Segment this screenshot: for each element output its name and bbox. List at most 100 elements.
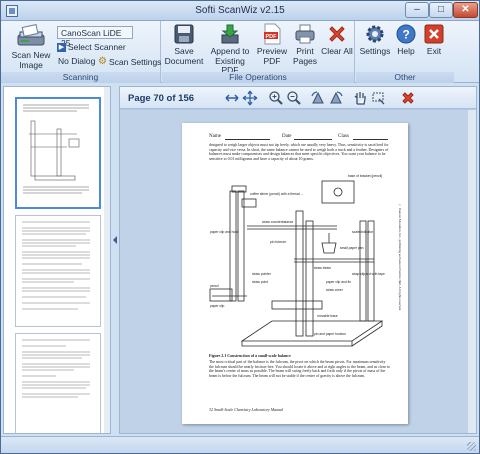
page-thumbnail[interactable]: [15, 97, 101, 209]
diagram-label: paper clip and hook: [210, 230, 239, 234]
page-canvas[interactable]: Name Date Class designed to weigh larger…: [120, 110, 476, 433]
fit-page-icon[interactable]: [242, 90, 258, 106]
minimize-button[interactable]: –: [405, 2, 429, 18]
diagram-label: strap clipped with tape: [352, 272, 385, 276]
diagram-label: movable base: [317, 314, 338, 318]
diagram-label: pencil: [210, 284, 219, 288]
delete-page-icon[interactable]: [400, 90, 416, 106]
floppy-disk-icon: [174, 24, 194, 44]
other-group: Settings ? Help Exit Other: [356, 21, 454, 83]
balance-diagram: base of bracket (pencil) coffee stirrer …: [209, 174, 385, 347]
scan-settings-button[interactable]: ⚙ Scan Settings: [98, 56, 161, 67]
zoom-out-icon[interactable]: [286, 90, 302, 106]
clear-all-label: Clear All: [321, 46, 353, 56]
help-label: Help: [397, 46, 415, 56]
settings-button[interactable]: Settings: [358, 23, 392, 57]
thumbnail-preview: [22, 339, 90, 398]
no-dialog-toggle[interactable]: No Dialog: [58, 56, 95, 66]
page-indicator: Page 70 of 156: [128, 93, 195, 104]
diagram-label: paper clip: [210, 304, 224, 308]
exit-label: Exit: [426, 46, 442, 56]
help-icon: ?: [396, 24, 416, 44]
preview-pdf-label: Preview PDF: [256, 46, 288, 66]
page-thumbnail[interactable]: [15, 333, 101, 433]
class-underline: [353, 139, 388, 140]
crop-icon[interactable]: [370, 90, 386, 106]
thumbnail-preview: [23, 104, 89, 194]
doc-class-field: Class: [338, 134, 349, 139]
page-viewer: Page 70 of 156 Name Date Class designed …: [119, 86, 477, 434]
file-operations-group: Save Document Append to Existing PDF PDF…: [162, 21, 355, 83]
diagram-label: pin fulcrum: [270, 240, 286, 244]
zoom-in-icon[interactable]: [268, 90, 284, 106]
date-underline: [294, 139, 332, 140]
append-pdf-button[interactable]: Append to Existing PDF: [206, 23, 254, 76]
scan-settings-label: Scan Settings: [108, 56, 162, 67]
append-pdf-icon: [221, 24, 239, 44]
scanned-page: Name Date Class designed to weigh larger…: [182, 123, 408, 424]
pdf-file-icon: PDF: [264, 23, 281, 45]
scanning-group-label: Scanning: [1, 72, 160, 83]
file-operations-group-label: File Operations: [162, 72, 354, 83]
doc-body-text: designed to weigh larger objects must no…: [209, 143, 389, 162]
rotate-right-icon[interactable]: [328, 90, 344, 106]
help-button[interactable]: ? Help: [394, 23, 418, 57]
doc-name-field: Name: [209, 134, 221, 139]
title-bar: Softi ScanWiz v2.15 – □ ✕: [1, 1, 479, 21]
preview-pdf-button[interactable]: PDF Preview PDF: [255, 23, 289, 66]
page-thumbnail[interactable]: [15, 215, 101, 327]
fit-width-icon[interactable]: [224, 90, 240, 106]
doc-date-field: Date: [282, 134, 292, 139]
diagram-label: coffee stirrer (pencil) with a thread ..…: [250, 192, 304, 196]
clear-x-icon: [329, 26, 345, 42]
diagram-label: small paper pan: [340, 246, 364, 250]
thumbnail-preview: [22, 221, 90, 310]
exit-icon: [424, 24, 444, 44]
rotate-left-icon[interactable]: [310, 90, 326, 106]
diagram-label: straw beam: [314, 266, 331, 270]
diagram-label: straw cover: [326, 288, 344, 292]
select-scanner-button[interactable]: ▶ Select Scanner: [57, 42, 126, 52]
other-group-label: Other: [356, 72, 454, 83]
close-button[interactable]: ✕: [453, 2, 478, 18]
arrow-right-icon: ▶: [57, 42, 66, 52]
save-document-label: Save Document: [164, 46, 204, 66]
panel-splitter[interactable]: [112, 86, 118, 434]
collapse-arrow-icon[interactable]: [113, 236, 117, 244]
resize-grip-icon[interactable]: [467, 442, 476, 451]
main-area: Page 70 of 156 Name Date Class designed …: [1, 84, 479, 436]
save-document-button[interactable]: Save Document: [163, 23, 205, 66]
gear-small-icon: ⚙: [98, 56, 107, 67]
diagram-label: straw pointer: [252, 272, 272, 276]
name-underline: [225, 139, 270, 140]
no-dialog-label: No Dialog: [58, 56, 96, 66]
exit-button[interactable]: Exit: [422, 23, 446, 57]
viewer-scrollbar[interactable]: [468, 110, 476, 433]
figure-caption: Figure 2.1 Construction of a small-scale…: [209, 353, 291, 358]
maximize-button[interactable]: □: [429, 2, 453, 18]
scanner-icon: [17, 24, 45, 46]
page-footer: 32 Small-Scale Chemistry Laboratory Manu…: [209, 407, 284, 412]
print-pages-label: Print Pages: [292, 46, 318, 66]
status-bar: [1, 436, 479, 453]
copyright-side-note: © Pearson Education, Inc., publishing as…: [398, 203, 402, 311]
diagram-label: scale indicator: [352, 230, 374, 234]
select-scanner-label: Select Scanner: [68, 42, 126, 52]
app-window: Softi ScanWiz v2.15 – □ ✕ Scan New Image…: [0, 0, 480, 454]
print-pages-button[interactable]: Print Pages: [290, 23, 320, 66]
caption-body: The most critical part of the balance is…: [209, 360, 391, 379]
svg-text:PDF: PDF: [266, 34, 278, 40]
scan-new-image-button[interactable]: Scan New Image: [9, 23, 53, 70]
ribbon: Scan New Image CanoScan LiDE 25 ▶ Select…: [1, 21, 479, 83]
gear-icon: [366, 25, 384, 43]
clear-all-button[interactable]: Clear All: [321, 23, 353, 57]
diagram-label: base of bracket (pencil): [348, 174, 382, 178]
thumbnail-scrollbar[interactable]: [104, 87, 110, 433]
diagram-label: straw counterbalance: [262, 220, 294, 224]
pan-hand-icon[interactable]: [352, 90, 368, 106]
scanner-name-field[interactable]: CanoScan LiDE 25: [57, 26, 133, 48]
append-pdf-label: Append to Existing PDF: [210, 46, 250, 75]
diagram-label: pin and paper hookon: [314, 332, 346, 336]
diagram-label: paper clip and fin: [326, 280, 351, 284]
viewer-toolbar: Page 70 of 156: [120, 87, 476, 109]
